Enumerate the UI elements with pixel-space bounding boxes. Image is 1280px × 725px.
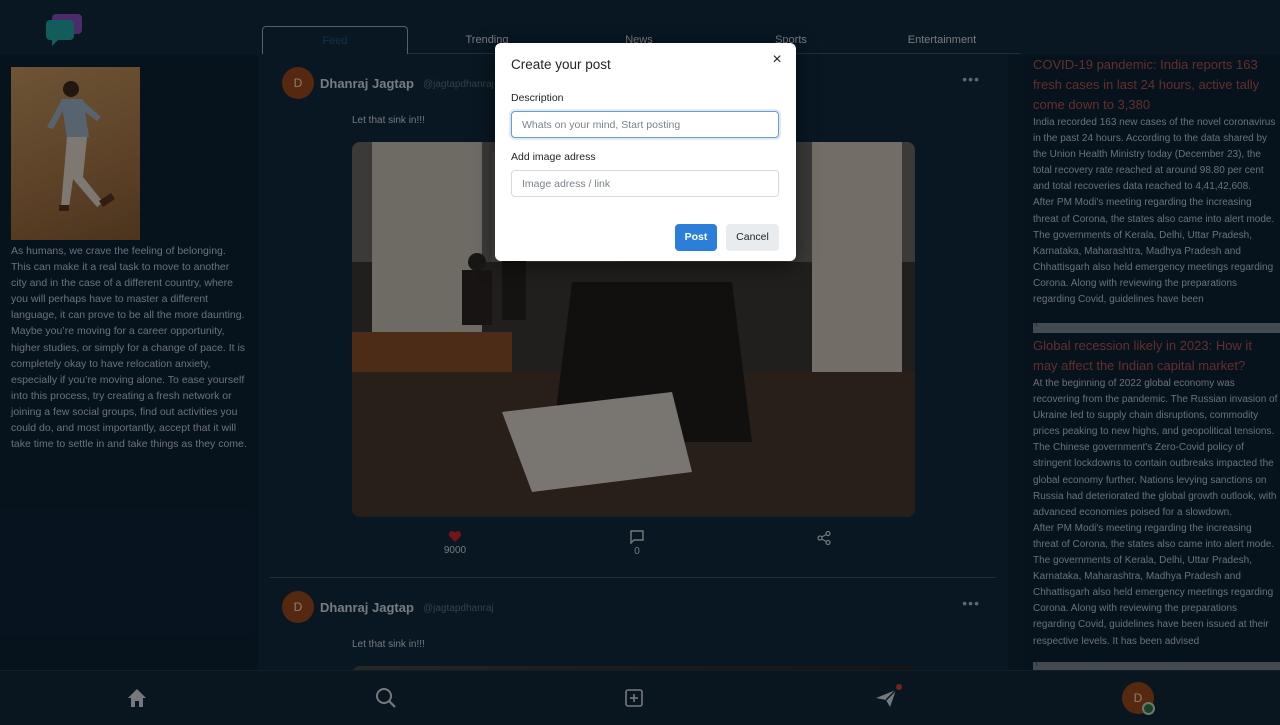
cancel-button[interactable]: Cancel bbox=[726, 224, 779, 251]
image-address-label: Add image adress bbox=[511, 151, 596, 163]
image-address-input[interactable] bbox=[511, 170, 779, 197]
post-button[interactable]: Post bbox=[675, 224, 717, 251]
description-label: Description bbox=[511, 92, 564, 104]
close-icon[interactable]: × bbox=[768, 51, 786, 69]
modal-title: Create your post bbox=[511, 57, 611, 72]
create-post-modal: Create your post × Description Add image… bbox=[495, 43, 796, 261]
description-input[interactable] bbox=[511, 111, 779, 138]
